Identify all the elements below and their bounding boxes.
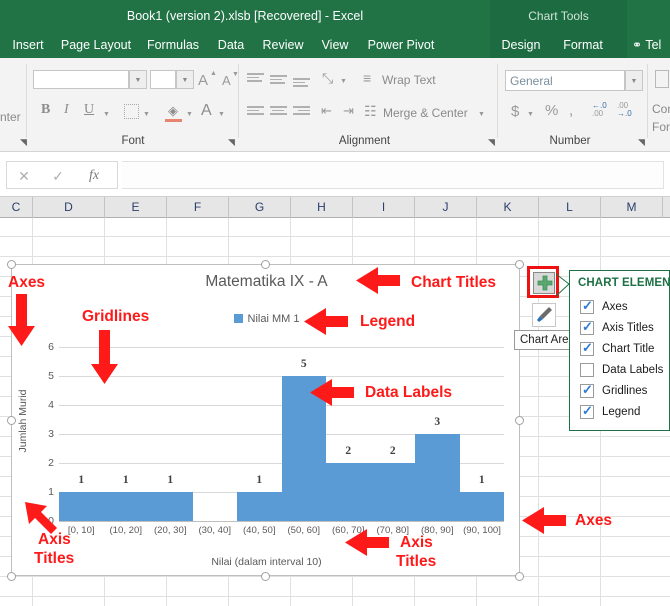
arrow-axis-titles-left	[25, 502, 57, 534]
arrow-chart-titles	[356, 267, 400, 294]
arrow-data-labels	[310, 379, 354, 406]
annotation-arrows	[0, 0, 670, 606]
arrow-axes-right	[522, 507, 566, 534]
arrow-gridlines	[91, 330, 118, 384]
panel-connector	[556, 272, 572, 298]
arrow-axes-top	[8, 294, 35, 346]
arrow-axis-titles-bottom	[345, 529, 389, 556]
arrow-legend	[304, 308, 348, 335]
